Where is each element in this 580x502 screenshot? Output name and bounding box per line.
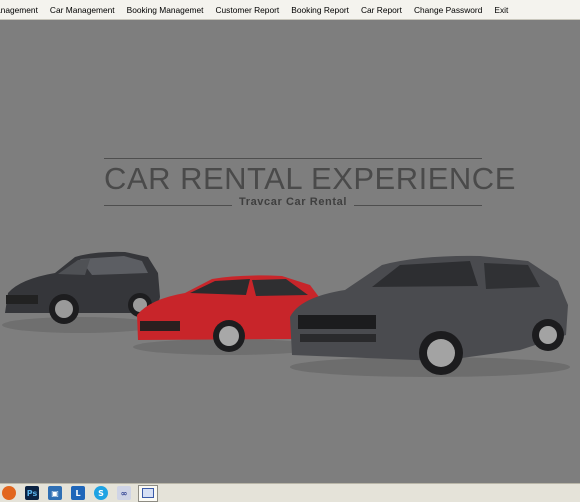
cars-image xyxy=(2,251,570,377)
menu-bar: anagement Car Management Booking Managem… xyxy=(0,0,580,20)
menu-item-booking-report[interactable]: Booking Report xyxy=(285,0,355,20)
menu-item-booking-management[interactable]: Booking Managemet xyxy=(121,0,210,20)
skype-icon[interactable]: S xyxy=(94,486,108,500)
menu-item-customer-report[interactable]: Customer Report xyxy=(209,0,285,20)
taskbar: Ps ▣ L S ∞ xyxy=(0,483,580,502)
photoshop-icon[interactable]: Ps xyxy=(25,486,39,500)
banner-title: CAR RENTAL EXPERIENCE xyxy=(104,161,516,196)
menu-item-management[interactable]: anagement xyxy=(0,0,44,20)
window-icon[interactable] xyxy=(138,484,158,502)
banner: CAR RENTAL EXPERIENCE Travcar Car Rental xyxy=(104,158,516,230)
menu-item-car-management[interactable]: Car Management xyxy=(44,0,121,20)
suv-car xyxy=(2,251,160,333)
banner-top-rule xyxy=(104,158,482,159)
workspace: CAR RENTAL EXPERIENCE Travcar Car Rental xyxy=(0,20,580,483)
muscle-car-gray xyxy=(290,255,570,377)
menu-item-car-report[interactable]: Car Report xyxy=(355,0,408,20)
lync-icon[interactable]: L xyxy=(71,486,85,500)
menu-item-exit[interactable]: Exit xyxy=(488,0,514,20)
banner-subtitle: Travcar Car Rental xyxy=(238,196,348,208)
menu-item-change-password[interactable]: Change Password xyxy=(408,0,488,20)
firefox-icon[interactable] xyxy=(2,486,16,500)
app-icon[interactable]: ▣ xyxy=(48,486,62,500)
link-icon[interactable]: ∞ xyxy=(117,486,131,500)
